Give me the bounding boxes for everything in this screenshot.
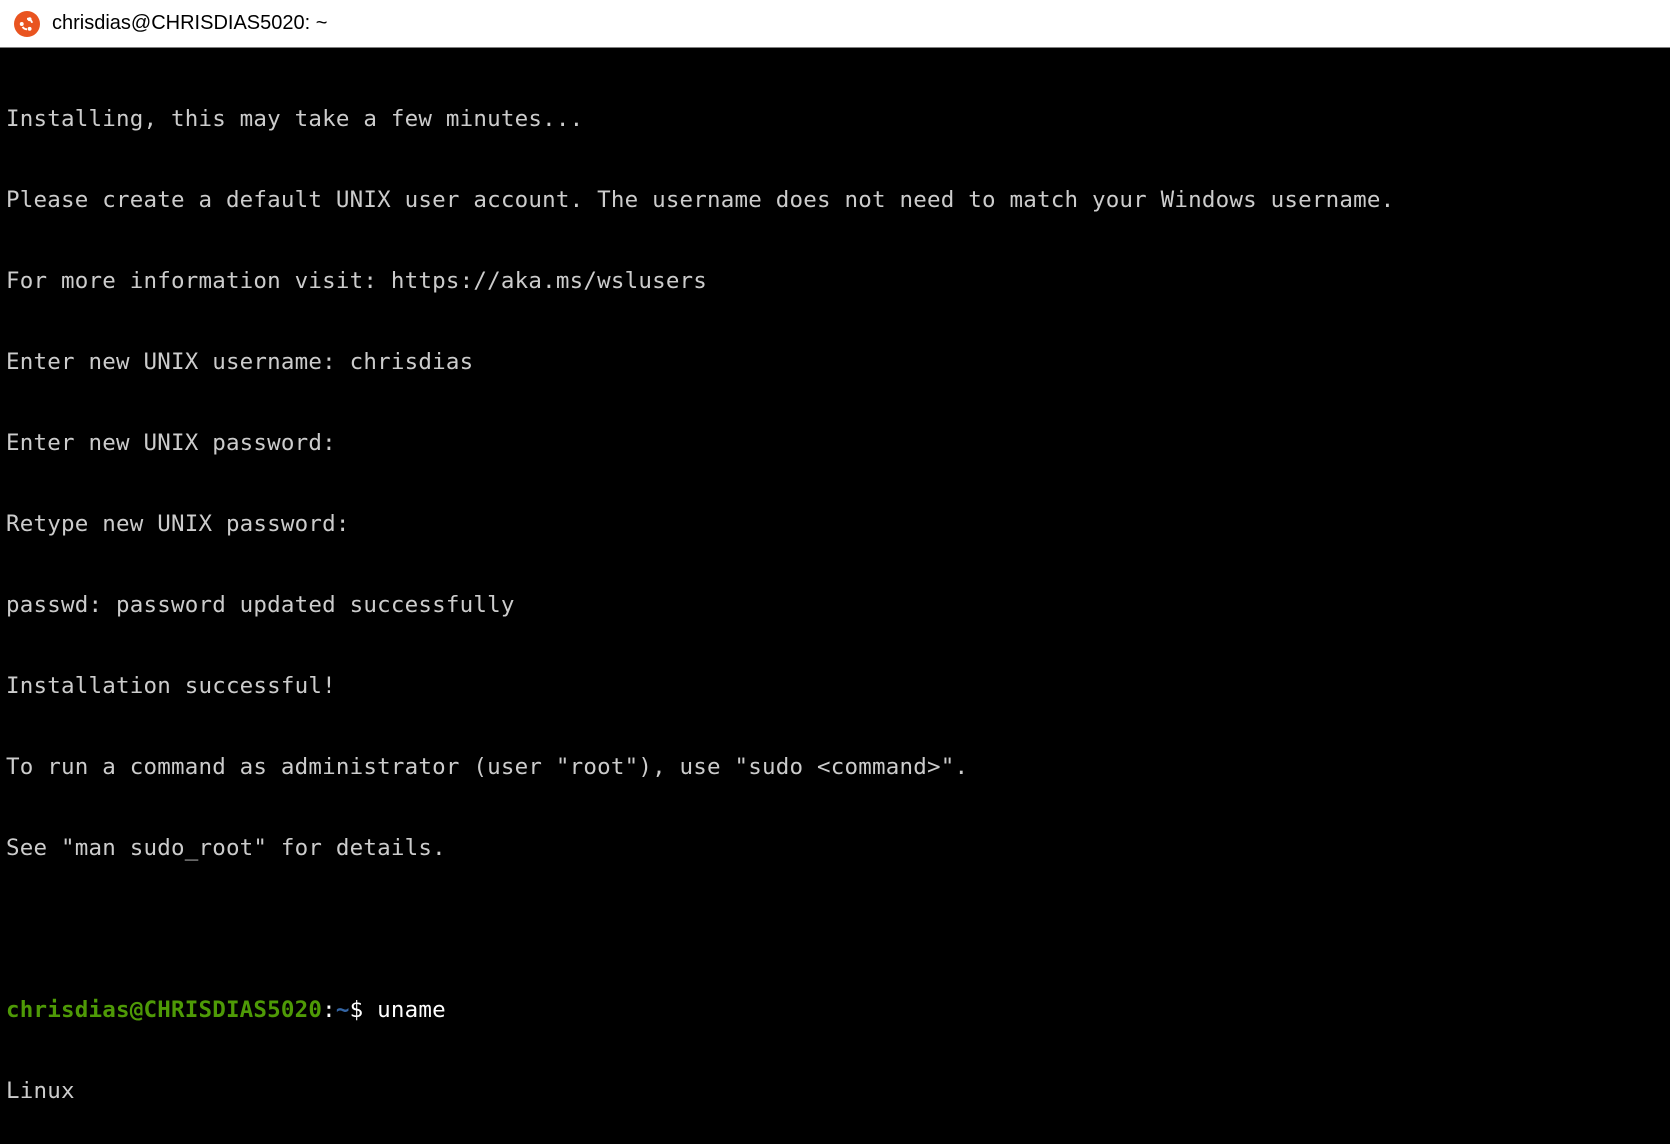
terminal-output-line: Linux (6, 1078, 1664, 1105)
ubuntu-icon (14, 11, 40, 37)
window-title: chrisdias@CHRISDIAS5020: ~ (52, 12, 327, 35)
terminal-line: Please create a default UNIX user accoun… (6, 187, 1664, 214)
prompt-symbol: $ (350, 997, 364, 1023)
terminal-line: For more information visit: https://aka.… (6, 268, 1664, 295)
prompt-path: ~ (336, 997, 350, 1023)
terminal-line: See "man sudo_root" for details. (6, 835, 1664, 862)
terminal-line: Installation successful! (6, 673, 1664, 700)
terminal-line: passwd: password updated successfully (6, 592, 1664, 619)
terminal-prompt-line: chrisdias@CHRISDIAS5020:~$ uname (6, 997, 1664, 1024)
terminal-line: Enter new UNIX username: chrisdias (6, 349, 1664, 376)
terminal-command: uname (363, 997, 445, 1023)
prompt-colon: : (322, 997, 336, 1023)
terminal-blank-line (6, 916, 1664, 943)
terminal-line: Retype new UNIX password: (6, 511, 1664, 538)
command-text: uname (377, 997, 446, 1023)
window-titlebar: chrisdias@CHRISDIAS5020: ~ (0, 0, 1670, 48)
ubuntu-logo-svg (18, 15, 36, 33)
terminal-line: Installing, this may take a few minutes.… (6, 106, 1664, 133)
terminal-area[interactable]: Installing, this may take a few minutes.… (0, 48, 1670, 1144)
terminal-line: To run a command as administrator (user … (6, 754, 1664, 781)
terminal-line: Enter new UNIX password: (6, 430, 1664, 457)
prompt-user-host: chrisdias@CHRISDIAS5020 (6, 997, 322, 1023)
